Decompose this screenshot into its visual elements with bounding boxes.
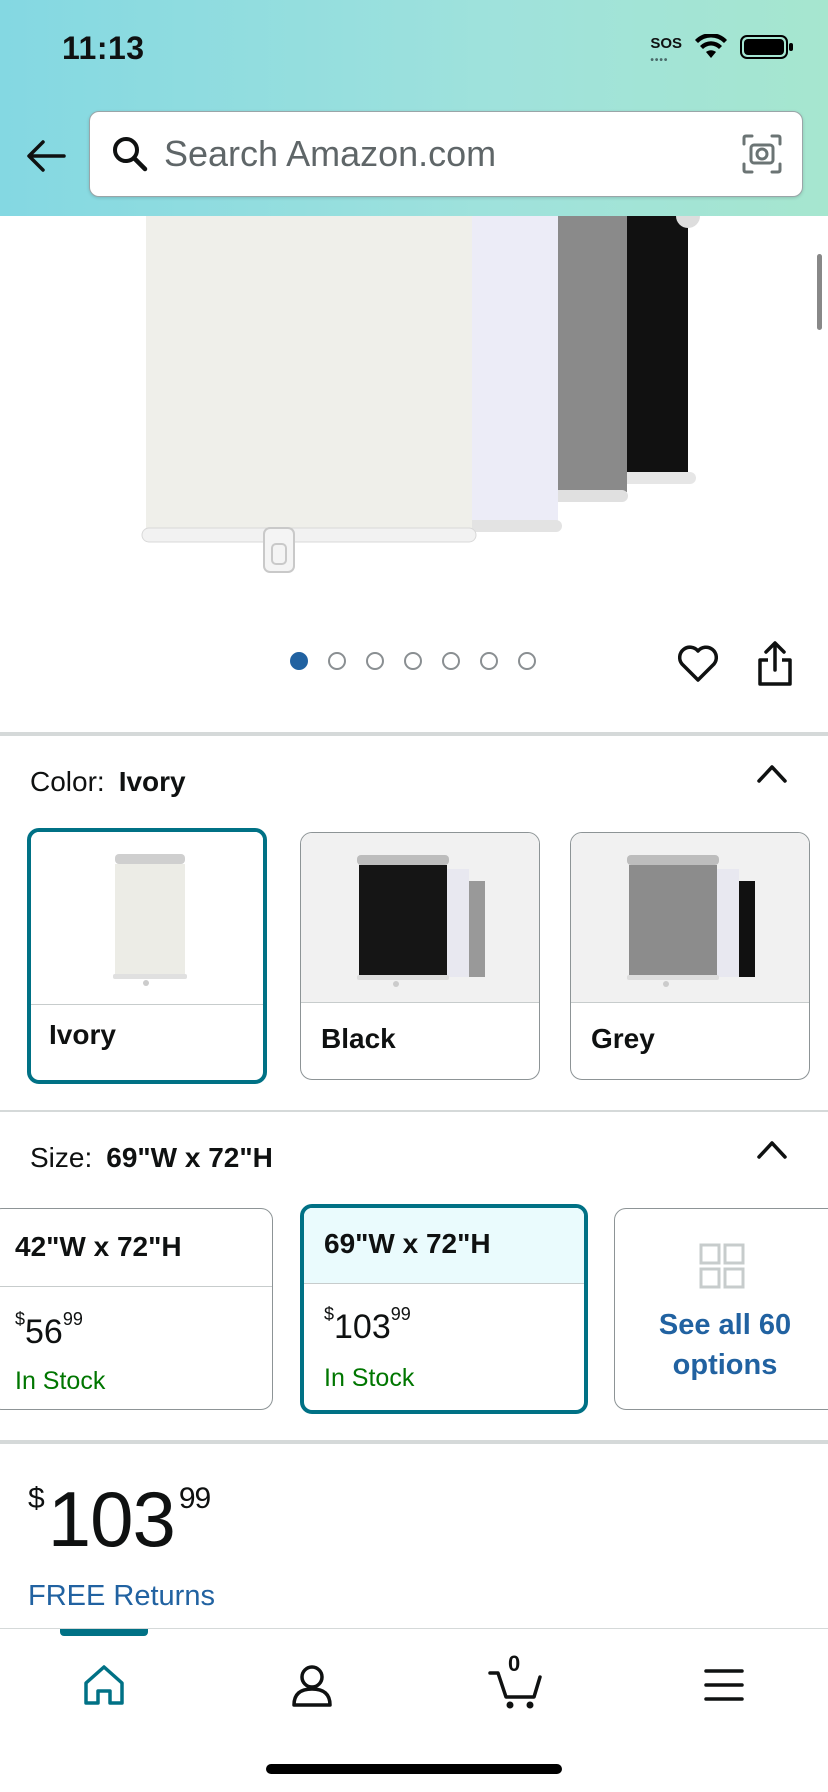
cart-count-badge: 0 xyxy=(508,1651,521,1676)
swatch-image xyxy=(31,832,263,1005)
home-icon xyxy=(84,1665,124,1705)
size-collapse-chevron-icon[interactable] xyxy=(756,1138,788,1160)
battery-icon xyxy=(740,35,793,59)
sos-indicator: SOS •••• xyxy=(650,34,682,66)
see-all-label: See all 60 options xyxy=(658,1309,792,1381)
search-bar[interactable] xyxy=(89,111,803,197)
pagination-dot[interactable] xyxy=(480,652,498,670)
back-button[interactable] xyxy=(24,134,68,178)
size-option-header: 69"W x 72"H xyxy=(304,1208,584,1284)
free-returns-link[interactable]: FREE Returns xyxy=(28,1580,215,1613)
tab-account[interactable] xyxy=(282,1655,342,1715)
grey-shade-thumbnail xyxy=(627,855,755,987)
selected-color: Ivory xyxy=(118,766,186,797)
hamburger-menu-icon xyxy=(704,1669,744,1701)
search-icon xyxy=(113,137,148,172)
swatch-image xyxy=(571,833,809,1003)
pagination-dot[interactable] xyxy=(404,652,422,670)
camera-search-icon[interactable] xyxy=(740,132,784,176)
size-name: 42"W x 72"H xyxy=(15,1231,182,1262)
pagination-dot[interactable] xyxy=(328,652,346,670)
color-option-ivory[interactable]: Ivory xyxy=(27,828,267,1084)
size-option-69x72[interactable]: 69"W x 72"H $10399 In Stock xyxy=(300,1204,588,1414)
active-tab-indicator xyxy=(60,1629,148,1636)
pagination-dot[interactable] xyxy=(518,652,536,670)
color-label: Color: Ivory xyxy=(30,766,186,797)
color-collapse-chevron-icon[interactable] xyxy=(756,762,788,784)
share-icon xyxy=(758,641,792,686)
color-option-grey[interactable]: Grey xyxy=(570,832,810,1080)
stock-status: In Stock xyxy=(15,1367,106,1395)
share-button[interactable] xyxy=(756,640,794,688)
tab-menu[interactable] xyxy=(694,1655,754,1715)
section-divider xyxy=(0,1110,828,1112)
product-price: $103 99 xyxy=(28,1475,211,1563)
ivory-shade-thumbnail xyxy=(113,854,187,986)
swatch-label: Black xyxy=(321,1023,396,1054)
size-label: Size: 69"W x 72"H xyxy=(30,1142,273,1173)
status-indicators: SOS •••• xyxy=(650,34,794,66)
stock-status: In Stock xyxy=(324,1364,415,1392)
swatch-label: Ivory xyxy=(49,1019,116,1050)
size-price: $10399 xyxy=(324,1304,411,1346)
pagination-dot[interactable] xyxy=(442,652,460,670)
swatch-label: Grey xyxy=(591,1023,655,1054)
image-pagination[interactable] xyxy=(290,652,536,670)
home-indicator xyxy=(266,1764,562,1774)
search-input[interactable] xyxy=(164,126,704,182)
section-divider xyxy=(0,732,828,736)
tab-home[interactable] xyxy=(74,1655,134,1715)
size-price: $5699 xyxy=(15,1309,83,1351)
size-option-header: 42"W x 72"H xyxy=(0,1209,272,1287)
tab-cart[interactable]: 0 xyxy=(486,1651,546,1715)
pagination-dot[interactable] xyxy=(290,652,308,670)
grid-icon xyxy=(699,1243,745,1289)
wishlist-button[interactable] xyxy=(676,642,720,686)
swatch-image xyxy=(301,833,539,1003)
wifi-icon xyxy=(695,34,727,58)
pagination-dot[interactable] xyxy=(366,652,384,670)
scrollbar[interactable] xyxy=(817,254,822,330)
size-option-42x72[interactable]: 42"W x 72"H $5699 In Stock xyxy=(0,1208,273,1410)
see-all-options-button[interactable]: See all 60 options xyxy=(614,1208,828,1410)
color-option-black[interactable]: Black xyxy=(300,832,540,1080)
heart-icon xyxy=(677,645,719,682)
size-name: 69"W x 72"H xyxy=(324,1228,491,1259)
section-divider xyxy=(0,1440,828,1444)
app-header: 11:13 SOS •••• xyxy=(0,0,828,216)
black-shade-thumbnail xyxy=(357,855,485,987)
status-time: 11:13 xyxy=(62,30,145,66)
person-icon xyxy=(292,1665,332,1707)
back-arrow-icon xyxy=(27,140,66,172)
selected-size: 69"W x 72"H xyxy=(106,1142,273,1173)
